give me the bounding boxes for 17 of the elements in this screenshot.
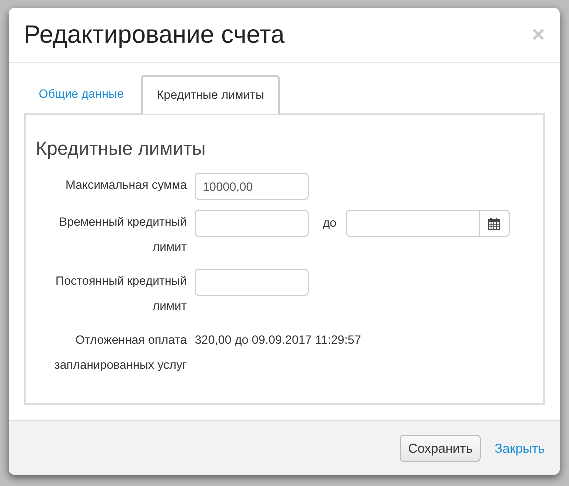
section-title: Кредитные лимиты [36,139,207,161]
save-button[interactable]: Сохранить [400,434,481,462]
field-label: Отложенная оплата запланированных услуг [54,332,188,374]
separator-text: до [323,215,337,232]
field-value: 320,00 до 09.09.2017 11:29:57 [195,332,362,349]
input-field[interactable]: 10000,00 [195,173,309,200]
dialog-title: Редактирование счета [24,20,285,50]
field-label: Временный кредитный лимит [58,214,188,256]
calendar-icon [488,218,500,230]
tab[interactable]: Кредитные лимиты [141,75,280,114]
tab[interactable]: Общие данные [24,75,140,114]
date-field[interactable] [346,210,479,237]
field-label: Постоянный кредитный лимит [54,273,188,314]
calendar-button[interactable] [478,210,510,237]
field-label: Максимальная сумма [64,177,188,194]
input-field[interactable] [195,269,309,296]
input-field[interactable] [195,210,309,237]
